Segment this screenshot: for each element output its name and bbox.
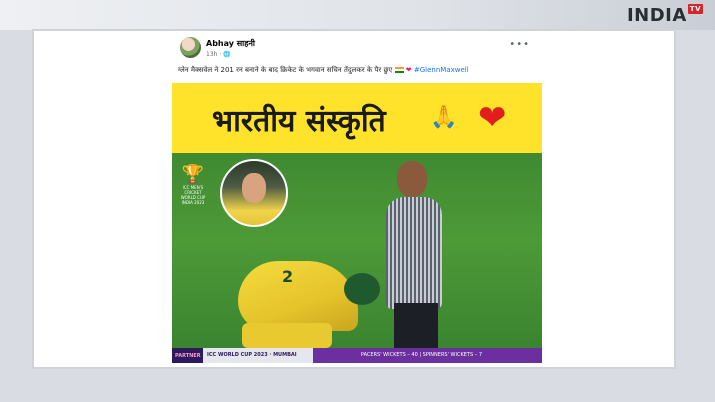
world-cup-logo-text: ICC MEN'S CRICKET WORLD CUP INDIA 2023	[180, 185, 206, 205]
hashtag-link[interactable]: #GlennMaxwell	[414, 66, 469, 74]
standing-person-trousers	[394, 303, 438, 348]
caption-text: ग्लेन मैक्सवेल ने 201 रन बनाने के बाद क्…	[178, 66, 395, 74]
brand-logo: INDIA TV	[627, 4, 703, 26]
portrait-face	[242, 173, 266, 203]
broadcast-ticker: PARTNER ICC WORLD CUP 2023 · MUMBAI PACE…	[172, 348, 542, 363]
post-author[interactable]: Abhay साहनी	[206, 38, 255, 49]
india-flag-icon	[394, 67, 404, 73]
brand-tv-badge: TV	[687, 4, 703, 14]
social-post: Abhay साहनी 13h · 🌐 ••• ग्लेन मैक्सवेल न…	[172, 31, 542, 363]
photo-field: 🏆 ICC MEN'S CRICKET WORLD CUP INDIA 2023…	[172, 153, 542, 348]
brand-name: INDIA	[626, 4, 687, 26]
player-inset-portrait	[220, 159, 288, 227]
globe-icon: 🌐	[223, 51, 231, 58]
post-time: 13h · 🌐	[206, 51, 231, 58]
avatar[interactable]	[180, 37, 201, 58]
banner-text: भारतीय संस्कृति	[212, 104, 386, 139]
standing-person-shirt	[386, 197, 442, 309]
image-banner: भारतीय संस्कृति 🙏 ❤	[172, 83, 542, 153]
player-legs	[242, 323, 332, 348]
post-time-text: 13h ·	[206, 51, 224, 58]
header-bar	[0, 0, 715, 30]
folded-hands-icon: 🙏	[430, 105, 458, 130]
post-image[interactable]: भारतीय संस्कृति 🙏 ❤ 🏆 ICC MEN'S CRICKET …	[172, 83, 542, 363]
post-caption: ग्लेन मैक्सवेल ने 201 रन बनाने के बाद क्…	[178, 66, 538, 75]
trophy-icon: 🏆	[181, 164, 205, 185]
ticker-stats: PACERS' WICKETS – 40 | SPINNERS' WICKETS…	[313, 348, 542, 363]
world-cup-logo: 🏆 ICC MEN'S CRICKET WORLD CUP INDIA 2023	[178, 165, 208, 209]
heart-icon: ❤	[405, 66, 412, 74]
red-heart-icon: ❤	[478, 98, 507, 138]
player-helmet	[344, 273, 380, 305]
standing-person-head	[397, 161, 427, 197]
more-options-icon[interactable]: •••	[509, 39, 530, 50]
ticker-event: ICC WORLD CUP 2023 · MUMBAI	[203, 348, 313, 363]
bowing-player	[238, 261, 358, 331]
player-jersey-number: 2	[282, 267, 294, 286]
ticker-partner: PARTNER	[175, 352, 201, 359]
